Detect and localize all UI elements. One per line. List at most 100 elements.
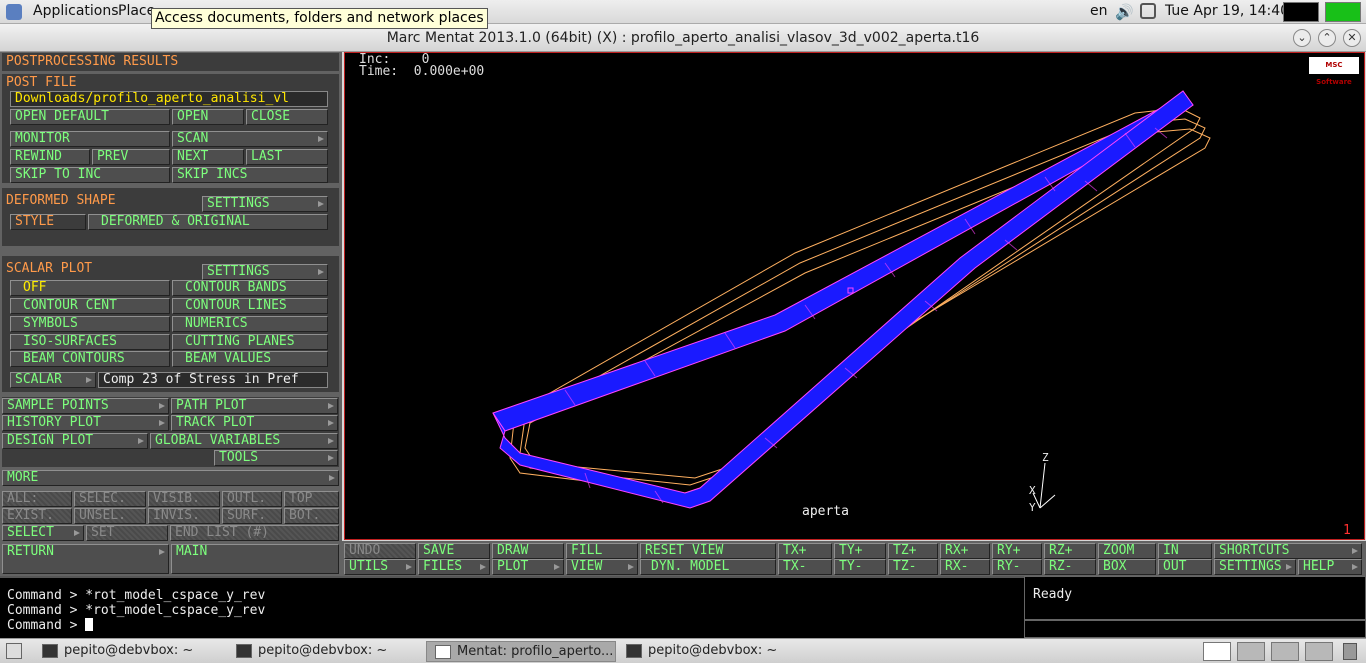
sample-points-button[interactable]: SAMPLE POINTS	[2, 398, 169, 414]
applications-menu[interactable]: Applications	[33, 3, 119, 19]
open-button[interactable]: OPEN	[172, 109, 244, 125]
network-icon[interactable]	[1140, 3, 1156, 19]
path-plot-button[interactable]: PATH PLOT	[171, 398, 338, 414]
axis-x-label: X	[1029, 484, 1036, 497]
taskbar-item-terminal-3[interactable]: pepito@debvbox: ~	[618, 641, 808, 662]
view-button[interactable]: VIEW	[566, 559, 638, 575]
rz-minus-button[interactable]: RZ-	[1044, 559, 1096, 575]
applications-icon[interactable]	[6, 4, 22, 20]
scalar-plot-section: SCALAR PLOT SETTINGS OFF CONTOUR BANDS C…	[2, 256, 339, 392]
taskbar-item-mentat[interactable]: Mentat: profilo_aperto...	[426, 641, 616, 662]
shortcuts-button[interactable]: SHORTCUTS	[1214, 543, 1362, 559]
system-monitor[interactable]	[1325, 2, 1361, 22]
last-button[interactable]: LAST	[246, 149, 328, 165]
taskbar-item-terminal-1[interactable]: pepito@debvbox: ~	[34, 641, 224, 662]
post-file-path[interactable]: Downloads/profilo_aperto_analisi_vl	[10, 91, 328, 107]
plots-section: SAMPLE POINTS PATH PLOT HISTORY PLOT TRA…	[2, 397, 339, 467]
numerics-radio[interactable]: NUMERICS	[172, 316, 328, 332]
beam-contours-radio[interactable]: BEAM CONTOURS	[10, 351, 170, 367]
postprocessing-panel: POSTPROCESSING RESULTS POST FILE Downloa…	[0, 52, 342, 576]
deformed-settings-button[interactable]: SETTINGS	[202, 196, 328, 212]
close-button[interactable]: CLOSE	[246, 109, 328, 125]
fe-model	[492, 90, 1211, 509]
command-console[interactable]: Command > *rot_model_cspace_y_rev Comman…	[0, 576, 1024, 638]
scalar-select-button[interactable]: SCALAR	[10, 372, 96, 388]
keyboard-layout[interactable]: en	[1090, 3, 1108, 19]
cutting-planes-radio[interactable]: CUTTING PLANES	[172, 334, 328, 350]
tools-button[interactable]: TOOLS	[214, 450, 338, 466]
rewind-button[interactable]: REWIND	[10, 149, 90, 165]
contour-lines-radio[interactable]: CONTOUR LINES	[172, 298, 328, 314]
terminal-icon	[42, 644, 58, 658]
deformed-mesh	[492, 90, 1194, 509]
main-button[interactable]: MAIN	[171, 544, 339, 574]
contour-cent-radio[interactable]: CONTOUR CENT	[10, 298, 170, 314]
ty-minus-button[interactable]: TY-	[834, 559, 886, 575]
select-button[interactable]: SELECT	[2, 525, 84, 541]
iso-surfaces-radio[interactable]: ISO-SURFACES	[10, 334, 170, 350]
trash-icon[interactable]	[1343, 643, 1357, 660]
close-icon[interactable]: ✕	[1343, 29, 1361, 47]
scalar-settings-button[interactable]: SETTINGS	[202, 264, 328, 280]
panel-header-section: POSTPROCESSING RESULTS	[2, 53, 339, 71]
reset-view-button[interactable]: RESET VIEW	[640, 543, 776, 559]
zoom-button[interactable]: ZOOM	[1098, 543, 1156, 559]
top-panel: Applications Place Access documents, fol…	[0, 0, 1366, 29]
clock[interactable]: Tue Apr 19, 14:40	[1165, 3, 1289, 19]
design-plot-button[interactable]: DESIGN PLOT	[2, 433, 148, 449]
next-button[interactable]: NEXT	[172, 149, 244, 165]
track-plot-button[interactable]: TRACK PLOT	[171, 415, 338, 431]
rx-minus-button[interactable]: RX-	[940, 559, 990, 575]
maximize-icon[interactable]: ⌃	[1318, 29, 1336, 47]
more-button[interactable]: MORE	[2, 470, 339, 486]
return-button[interactable]: RETURN	[2, 544, 169, 574]
graphics-viewport[interactable]: Inc: 0 Time: 0.000e+00 MSC Software aper…	[344, 52, 1365, 540]
skip-incs-button[interactable]: SKIP INCS	[172, 167, 328, 183]
zoom-out-button[interactable]: OUT	[1158, 559, 1212, 575]
workspace-4[interactable]	[1305, 642, 1333, 661]
utils-button[interactable]: UTILS	[344, 559, 416, 575]
beam-values-radio[interactable]: BEAM VALUES	[172, 351, 328, 367]
contour-bands-radio[interactable]: CONTOUR BANDS	[172, 280, 328, 296]
ty-plus-button[interactable]: TY+	[834, 543, 886, 559]
workspace-1[interactable]	[1203, 642, 1231, 661]
settings-button[interactable]: SETTINGS	[1214, 559, 1296, 575]
tx-minus-button[interactable]: TX-	[778, 559, 832, 575]
dyn-model-button[interactable]: DYN. MODEL	[640, 559, 776, 575]
box-button[interactable]: BOX	[1098, 559, 1156, 575]
files-button[interactable]: FILES	[418, 559, 490, 575]
taskbar-item-terminal-2[interactable]: pepito@debvbox: ~	[228, 641, 418, 662]
rz-plus-button[interactable]: RZ+	[1044, 543, 1096, 559]
workspace-2[interactable]	[1237, 642, 1265, 661]
volume-icon[interactable]: 🔊	[1115, 3, 1134, 21]
workspace-preview[interactable]	[1283, 2, 1319, 22]
monitor-button[interactable]: MONITOR	[10, 131, 170, 147]
skip-to-inc-button[interactable]: SKIP TO INC	[10, 167, 170, 183]
show-desktop-icon[interactable]	[6, 643, 22, 659]
ry-minus-button[interactable]: RY-	[992, 559, 1042, 575]
rx-plus-button[interactable]: RX+	[940, 543, 990, 559]
workspace-3[interactable]	[1271, 642, 1299, 661]
scan-button[interactable]: SCAN	[172, 131, 328, 147]
save-button[interactable]: SAVE	[418, 543, 490, 559]
symbols-radio[interactable]: SYMBOLS	[10, 316, 170, 332]
scalar-value-field[interactable]: Comp 23 of Stress in Pref	[98, 372, 328, 388]
global-variables-button[interactable]: GLOBAL VARIABLES	[150, 433, 338, 449]
tx-plus-button[interactable]: TX+	[778, 543, 832, 559]
fill-button[interactable]: FILL	[566, 543, 638, 559]
minimize-icon[interactable]: ⌄	[1293, 29, 1311, 47]
prev-button[interactable]: PREV	[92, 149, 170, 165]
help-button[interactable]: HELP	[1298, 559, 1362, 575]
history-plot-button[interactable]: HISTORY PLOT	[2, 415, 169, 431]
tz-plus-button[interactable]: TZ+	[888, 543, 938, 559]
off-radio[interactable]: OFF	[10, 280, 170, 296]
tz-minus-button[interactable]: TZ-	[888, 559, 938, 575]
open-default-button[interactable]: OPEN DEFAULT	[10, 109, 170, 125]
draw-button[interactable]: DRAW	[492, 543, 564, 559]
ry-plus-button[interactable]: RY+	[992, 543, 1042, 559]
places-menu[interactable]: Place	[118, 3, 155, 19]
plot-button[interactable]: PLOT	[492, 559, 564, 575]
command-input-line[interactable]: Command >	[7, 618, 1024, 633]
deformed-style-select[interactable]: DEFORMED & ORIGINAL	[88, 214, 328, 230]
zoom-in-button[interactable]: IN	[1158, 543, 1212, 559]
